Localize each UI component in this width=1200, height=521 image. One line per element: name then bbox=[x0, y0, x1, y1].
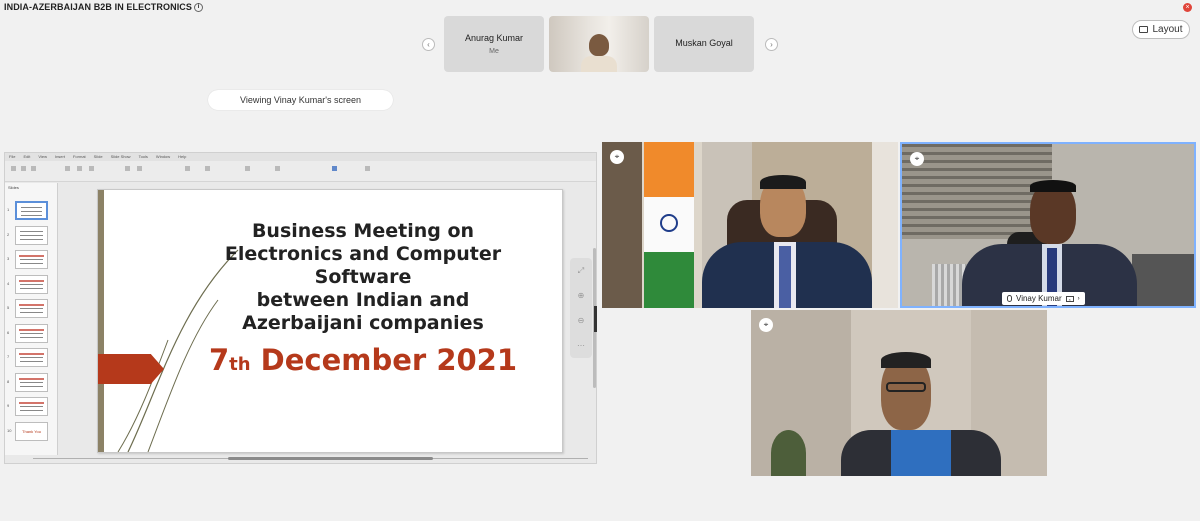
slide-thumbnail-number: 4 bbox=[7, 280, 10, 286]
presentation-slide: Business Meeting on Electronics and Comp… bbox=[97, 189, 563, 453]
fullscreen-icon[interactable]: ⤢ bbox=[570, 258, 592, 283]
app-menu-item: Insert bbox=[54, 154, 65, 159]
participant-sub-label: Me bbox=[489, 48, 499, 55]
layout-button-label: Layout bbox=[1152, 24, 1183, 35]
slide-thumbnail[interactable] bbox=[15, 274, 48, 294]
info-icon[interactable]: i bbox=[194, 3, 204, 13]
horizontal-scrollbar[interactable] bbox=[33, 456, 588, 462]
participant-tile-muskan[interactable]: Muskan Goyal bbox=[654, 16, 754, 72]
slide-thumbnail-number: 8 bbox=[7, 378, 10, 384]
zoom-in-icon[interactable]: ⊕ bbox=[570, 283, 592, 308]
app-menu-item: Window bbox=[155, 154, 171, 159]
slide-thumbnail-number: 1 bbox=[7, 207, 10, 212]
slide-title-line: between Indian and bbox=[256, 289, 470, 311]
meeting-title: INDIA-AZERBAIJAN B2B IN ELECTRONICS i bbox=[4, 2, 204, 13]
chevron-right-icon[interactable]: › bbox=[765, 38, 778, 51]
slide-thumbnail[interactable]: Thank You bbox=[15, 421, 48, 441]
slide-thumbnail-text: Thank You bbox=[22, 428, 41, 434]
slide-thumbnail[interactable] bbox=[15, 299, 48, 318]
pin-icon[interactable]: ⌖ bbox=[910, 152, 924, 166]
slide-arrow-shape bbox=[98, 354, 164, 384]
app-menu-item: Format bbox=[72, 154, 86, 159]
slide-thumbnail-number: 5 bbox=[7, 305, 10, 310]
app-menu-item: Tools bbox=[138, 154, 148, 159]
microphone-icon bbox=[1007, 295, 1012, 302]
shared-screen[interactable]: File Edit View Insert Format Slide Slide Show T… bbox=[4, 152, 597, 464]
app-menu-item: View bbox=[38, 154, 47, 159]
app-toolbar bbox=[5, 161, 596, 182]
layout-button[interactable]: Layout bbox=[1132, 20, 1190, 39]
slide-thumbnail-number: 9 bbox=[7, 403, 10, 408]
slide-date: 7th December 2021 bbox=[198, 343, 528, 377]
participant-tile-video[interactable] bbox=[549, 16, 649, 72]
slide-thumbnail-number: 7 bbox=[7, 354, 10, 359]
slide-thumbnail[interactable] bbox=[15, 397, 48, 416]
slide-title-line: Azerbaijani companies bbox=[242, 312, 484, 334]
participant-name: Vinay Kumar bbox=[1016, 294, 1062, 303]
video-tile-3[interactable]: ⌖ bbox=[751, 310, 1047, 476]
slide-thumbnail-number: 10 bbox=[7, 427, 12, 433]
slide-thumbnail[interactable] bbox=[15, 225, 48, 245]
slide-thumbnail-number: 3 bbox=[7, 256, 10, 261]
app-menu-item: Help bbox=[178, 154, 187, 159]
slide-thumbnail-number: 6 bbox=[7, 329, 10, 335]
app-menubar: File Edit View Insert Format Slide Slide Show T… bbox=[5, 153, 596, 161]
slides-panel-label: Slides bbox=[8, 185, 19, 190]
participant-name: Anurag Kumar bbox=[464, 33, 524, 43]
participant-video-body bbox=[581, 56, 617, 72]
app-menu-item: File bbox=[9, 154, 16, 159]
slide-thumbnail[interactable] bbox=[15, 372, 48, 392]
video-tile-1[interactable]: ⌖ bbox=[602, 142, 898, 308]
slide-title-line: Software bbox=[314, 266, 412, 288]
slide-date-rest: December 2021 bbox=[260, 343, 518, 377]
zoom-out-icon[interactable]: ⊖ bbox=[570, 308, 592, 333]
pin-icon[interactable]: ⌖ bbox=[759, 318, 773, 332]
app-menu-item: Slide bbox=[93, 154, 103, 159]
slide-date-day: 7 bbox=[208, 343, 230, 377]
chevron-right-icon: › bbox=[1077, 295, 1080, 302]
zoom-toolbar[interactable]: ⤢ ⊕ ⊖ ⋯ bbox=[570, 258, 592, 358]
slide-thumbnail[interactable] bbox=[15, 201, 48, 220]
app-menu-item: Slide Show bbox=[110, 154, 131, 159]
slide-title-line: Electronics and Computer bbox=[224, 243, 502, 265]
slide-thumbnail[interactable] bbox=[15, 250, 48, 269]
app-menu-item: Edit bbox=[23, 154, 31, 159]
close-icon[interactable]: × bbox=[1183, 3, 1192, 12]
slide-thumbnail[interactable] bbox=[15, 323, 48, 343]
viewing-screen-label: Viewing Vinay Kumar's screen bbox=[208, 90, 393, 110]
slide-thumbnail-number: 2 bbox=[7, 231, 10, 237]
layout-icon bbox=[1139, 26, 1149, 33]
participant-name: Muskan Goyal bbox=[675, 38, 733, 48]
collapse-handle-right[interactable] bbox=[594, 306, 597, 332]
slide-title-line: Business Meeting on bbox=[251, 220, 475, 242]
participant-tile-anurag[interactable]: Anurag Kumar Me bbox=[444, 16, 544, 72]
camera-icon: × bbox=[1065, 295, 1074, 302]
more-icon[interactable]: ⋯ bbox=[570, 333, 592, 358]
participant-video-head bbox=[589, 34, 609, 56]
meeting-title-text: INDIA-AZERBAIJAN B2B IN ELECTRONICS bbox=[4, 2, 193, 12]
participant-name-tag: Vinay Kumar × › bbox=[1002, 292, 1085, 305]
slides-panel: Slides 1 2 3 4 5 6 7 8 9 10 Thank You bbox=[5, 183, 58, 455]
slide-thumbnail[interactable] bbox=[15, 348, 48, 367]
slide-date-suffix: th bbox=[229, 354, 251, 375]
slide-title: Business Meeting on Electronics and Comp… bbox=[208, 220, 518, 335]
pin-icon[interactable]: ⌖ bbox=[610, 150, 624, 164]
chevron-left-icon[interactable]: ‹ bbox=[422, 38, 435, 51]
video-tile-vinay-kumar[interactable]: ⌖ Vinay Kumar × › bbox=[900, 142, 1196, 308]
